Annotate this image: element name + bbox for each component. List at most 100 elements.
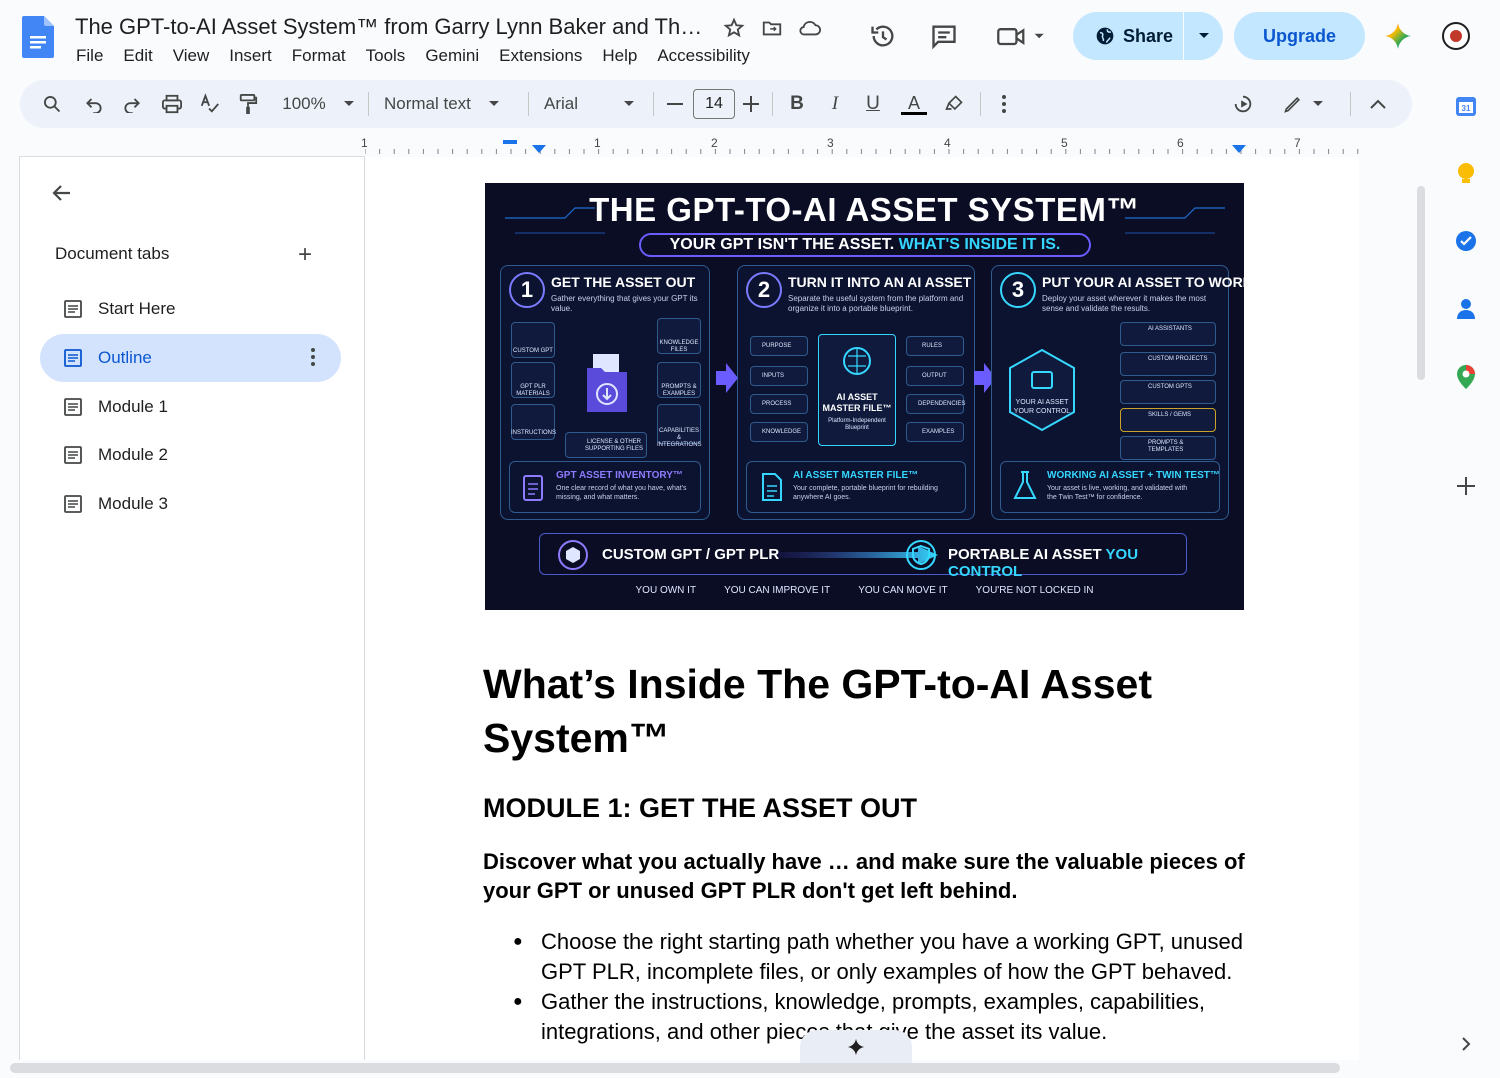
increase-font-size-button[interactable] bbox=[740, 92, 762, 116]
menu-edit[interactable]: Edit bbox=[113, 45, 162, 67]
calendar-icon[interactable]: 31 bbox=[1454, 94, 1478, 118]
item-label: PROMPTS & EXAMPLES bbox=[661, 384, 697, 397]
document-tabs-sidebar: Document tabs + Start Here Outline Modul… bbox=[19, 156, 365, 1060]
share-button[interactable]: Share bbox=[1073, 12, 1223, 60]
chevron-down-icon bbox=[343, 101, 354, 106]
account-avatar[interactable] bbox=[1442, 22, 1470, 50]
decrease-font-size-button[interactable] bbox=[664, 92, 686, 116]
version-history-icon[interactable] bbox=[869, 22, 897, 50]
footer-description: One clear record of what you have, what'… bbox=[556, 485, 687, 501]
hide-menus-icon[interactable] bbox=[1366, 92, 1390, 116]
document-title[interactable]: The GPT-to-AI Asset System™ from Garry L… bbox=[75, 14, 703, 40]
ruler-label: 2 bbox=[711, 136, 718, 150]
document-icon bbox=[64, 349, 82, 367]
editing-mode-icon[interactable] bbox=[1280, 92, 1326, 116]
search-menus-icon[interactable] bbox=[40, 92, 64, 116]
item-label: INPUTS bbox=[762, 373, 785, 379]
text-color-icon[interactable]: A bbox=[900, 92, 928, 116]
menu-tools[interactable]: Tools bbox=[356, 45, 416, 67]
document-page[interactable]: THE GPT-TO-AI ASSET SYSTEM™ YOUR GPT ISN… bbox=[366, 157, 1359, 1060]
footer-description: Your asset is live, working, and validat… bbox=[1047, 485, 1188, 501]
lead-paragraph: Discover what you actually have … and ma… bbox=[483, 849, 1245, 903]
ask-gemini-edit-icon[interactable] bbox=[1230, 92, 1256, 116]
style-select[interactable]: Normal text bbox=[384, 92, 512, 116]
footer-title: AI ASSET MASTER FILE™ bbox=[793, 470, 919, 481]
upgrade-button[interactable]: Upgrade bbox=[1234, 12, 1365, 60]
cloud-saved-icon[interactable] bbox=[798, 16, 822, 40]
tab-module-1[interactable]: Module 1 bbox=[40, 383, 341, 431]
item-label: DEPENDENCIES bbox=[918, 401, 966, 407]
menu-help[interactable]: Help bbox=[592, 45, 647, 67]
panel-description: Separate the useful system from the plat… bbox=[788, 294, 964, 313]
back-arrow-icon[interactable] bbox=[50, 181, 74, 205]
ruler-ticks bbox=[364, 140, 1359, 154]
tab-module-3[interactable]: Module 3 bbox=[40, 480, 341, 528]
subtitle-part-b: WHAT'S INSIDE IT IS. bbox=[898, 236, 1061, 253]
master-file-label: AI ASSET MASTER FILE™ bbox=[822, 392, 892, 413]
spellcheck-icon[interactable] bbox=[198, 92, 222, 116]
infographic-title: THE GPT-TO-AI ASSET SYSTEM™ bbox=[589, 191, 1140, 228]
print-icon[interactable] bbox=[160, 92, 184, 116]
panel-description: Deploy your asset wherever it makes the … bbox=[1042, 294, 1207, 313]
meet-icon[interactable] bbox=[996, 22, 1046, 50]
ruler-label: 5 bbox=[1061, 136, 1068, 150]
banner-source: CUSTOM GPT / GPT PLR bbox=[602, 546, 780, 563]
document-icon bbox=[64, 300, 82, 318]
tab-label: Outline bbox=[98, 348, 152, 367]
benefit-move: YOU CAN MOVE IT bbox=[858, 585, 948, 596]
menu-accessibility[interactable]: Accessibility bbox=[647, 45, 760, 67]
menu-gemini[interactable]: Gemini bbox=[415, 45, 489, 67]
share-label: Share bbox=[1123, 25, 1174, 46]
sparkle-icon bbox=[847, 1038, 865, 1056]
menu-format[interactable]: Format bbox=[282, 45, 356, 67]
star-icon[interactable] bbox=[722, 16, 746, 40]
item-label: PROCESS bbox=[762, 401, 792, 407]
zoom-select[interactable]: 100% bbox=[278, 92, 358, 116]
horizontal-scrollbar[interactable] bbox=[10, 1063, 1340, 1073]
font-size-input[interactable]: 14 bbox=[693, 89, 735, 119]
menu-insert[interactable]: Insert bbox=[219, 45, 282, 67]
tab-label: Module 3 bbox=[98, 494, 168, 513]
paint-format-icon[interactable] bbox=[236, 92, 260, 116]
bold-icon[interactable]: B bbox=[786, 92, 808, 116]
redo-icon[interactable] bbox=[120, 92, 144, 116]
underline-icon[interactable]: U bbox=[862, 92, 884, 116]
item-label: PURPOSE bbox=[762, 343, 792, 349]
keep-icon[interactable] bbox=[1454, 162, 1478, 186]
add-tab-icon[interactable]: + bbox=[298, 241, 312, 269]
ruler-label: 1 bbox=[361, 136, 368, 150]
infographic-image[interactable]: THE GPT-TO-AI ASSET SYSTEM™ YOUR GPT ISN… bbox=[485, 183, 1244, 610]
asset-center-label: YOUR AI ASSET YOUR CONTROL bbox=[1013, 399, 1071, 415]
italic-icon[interactable]: I bbox=[824, 92, 846, 116]
add-addon-icon[interactable] bbox=[1454, 474, 1478, 498]
tab-outline[interactable]: Outline bbox=[40, 334, 341, 382]
share-dropdown-button[interactable] bbox=[1184, 32, 1223, 40]
highlight-color-icon[interactable] bbox=[942, 92, 966, 116]
banner-target-a: PORTABLE AI ASSET bbox=[948, 546, 1102, 563]
tab-module-2[interactable]: Module 2 bbox=[40, 431, 341, 479]
floating-gemini-button[interactable] bbox=[800, 1030, 912, 1064]
item-label: RULES bbox=[922, 343, 943, 349]
maps-icon[interactable] bbox=[1454, 365, 1478, 389]
tasks-icon[interactable] bbox=[1454, 229, 1478, 253]
infographic-subtitle: YOUR GPT ISN'T THE ASSET. WHAT'S INSIDE … bbox=[639, 233, 1091, 257]
panel-footer: AI ASSET MASTER FILE™ Your complete, por… bbox=[746, 461, 966, 513]
contacts-icon[interactable] bbox=[1454, 297, 1478, 321]
move-folder-icon[interactable] bbox=[760, 16, 784, 40]
menu-file[interactable]: File bbox=[66, 45, 113, 67]
menu-view[interactable]: View bbox=[163, 45, 220, 67]
item-label: AI ASSISTANTS bbox=[1148, 326, 1192, 332]
tab-start-here[interactable]: Start Here bbox=[40, 285, 341, 333]
more-options-icon[interactable] bbox=[994, 92, 1014, 116]
flask-icon bbox=[1013, 471, 1037, 499]
expand-side-panel-icon[interactable] bbox=[1454, 1032, 1478, 1056]
comments-icon[interactable] bbox=[930, 22, 958, 50]
tab-options-icon[interactable] bbox=[311, 348, 315, 371]
item-label: KNOWLEDGE bbox=[762, 429, 802, 435]
font-select[interactable]: Arial bbox=[544, 92, 638, 116]
menu-extensions[interactable]: Extensions bbox=[489, 45, 592, 67]
gemini-icon[interactable] bbox=[1384, 22, 1412, 50]
undo-icon[interactable] bbox=[82, 92, 106, 116]
docs-logo-icon[interactable] bbox=[22, 16, 54, 58]
vertical-scrollbar[interactable] bbox=[1417, 186, 1425, 380]
